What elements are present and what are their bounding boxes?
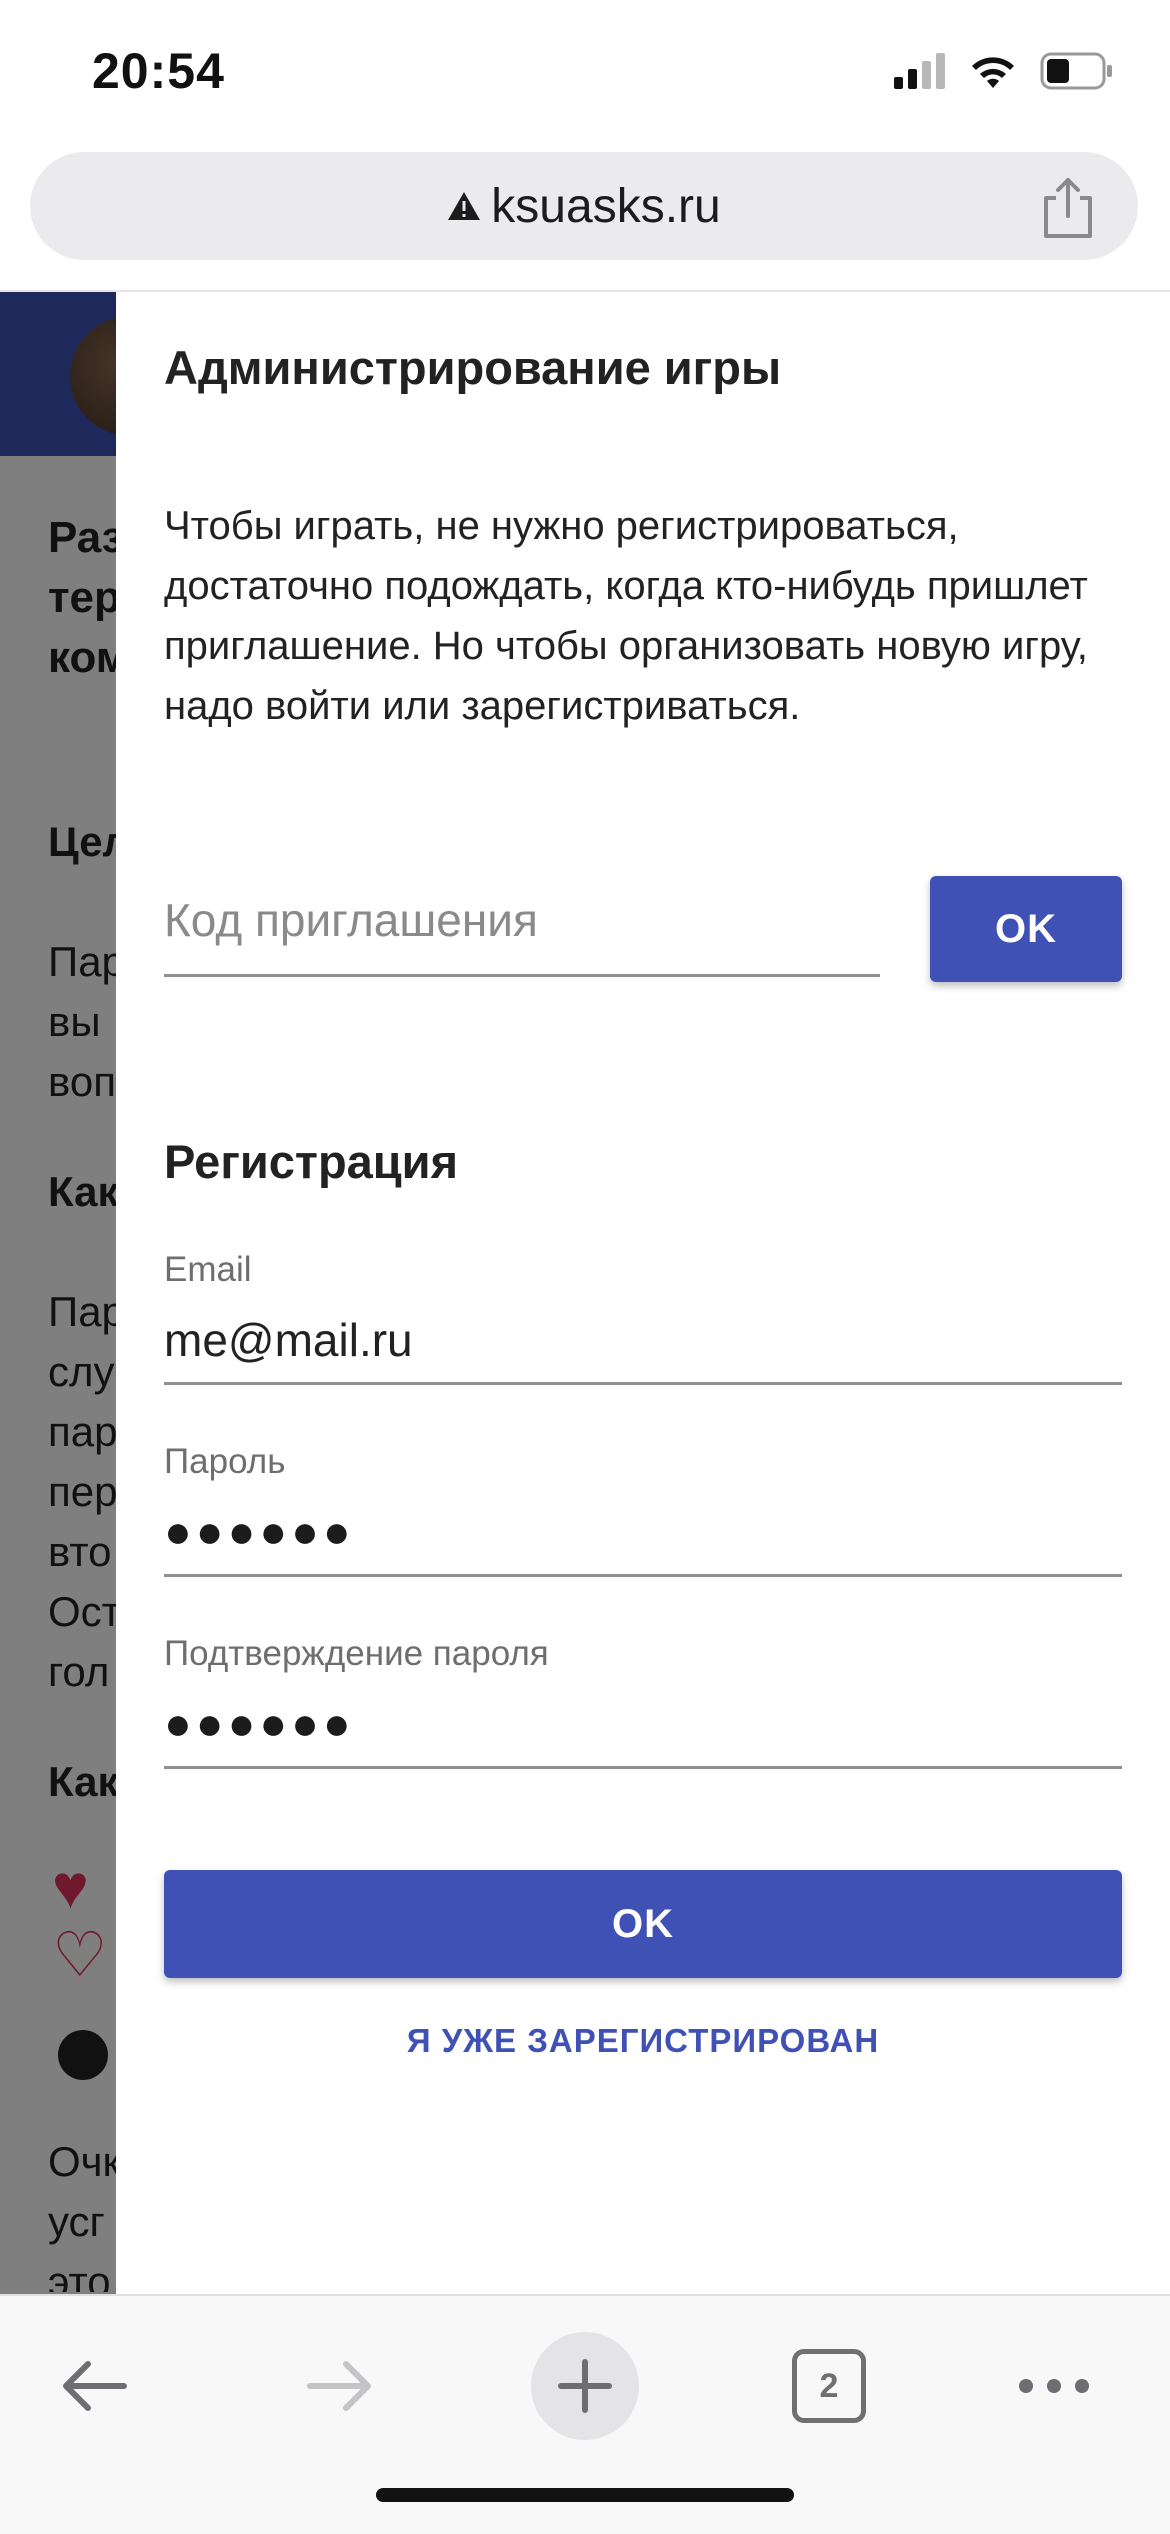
new-tab-button[interactable] xyxy=(531,2332,639,2440)
status-time: 20:54 xyxy=(92,43,225,99)
drawer-title: Администрирование игры xyxy=(164,341,782,394)
already-registered-link[interactable]: Я УЖЕ ЗАРЕГИСТРИРОВАН xyxy=(164,2022,1122,2060)
drawer-description: Чтобы играть, не нужно регистрироваться,… xyxy=(164,504,1088,728)
password-mask: ●●●●●● xyxy=(164,1505,355,1557)
arrow-right-icon xyxy=(307,2361,371,2411)
status-bar: 20:54 xyxy=(0,0,1170,140)
registration-title: Регистрация xyxy=(164,1135,459,1188)
new-tab-circle xyxy=(531,2332,639,2440)
forward-button[interactable] xyxy=(286,2332,394,2440)
confirm-password-mask: ●●●●●● xyxy=(164,1697,355,1749)
status-icons xyxy=(894,52,1114,90)
register-submit-button[interactable]: OK xyxy=(164,1870,1122,1978)
wifi-icon xyxy=(972,57,1014,88)
share-icon xyxy=(1044,178,1092,238)
url-text: ksuasks.ru xyxy=(491,179,721,233)
battery-icon xyxy=(1040,52,1112,90)
address-bar[interactable]: ksuasks.ru xyxy=(30,152,1138,260)
password-field[interactable]: ●●●●●● xyxy=(164,1494,1122,1577)
invite-code-input[interactable] xyxy=(164,872,880,968)
tab-count: 2 xyxy=(792,2349,866,2423)
email-label: Email xyxy=(164,1250,252,1289)
arrow-left-icon xyxy=(63,2361,127,2411)
url-display: ksuasks.ru xyxy=(30,152,1138,260)
email-input[interactable] xyxy=(164,1302,1122,1378)
tabs-button[interactable]: 2 xyxy=(775,2332,883,2440)
back-button[interactable] xyxy=(40,2332,148,2440)
more-button[interactable] xyxy=(1000,2332,1108,2440)
email-field[interactable] xyxy=(164,1302,1122,1385)
more-dots-icon xyxy=(1019,2379,1089,2393)
warning-icon xyxy=(448,192,481,220)
plus-icon xyxy=(558,2359,612,2413)
confirm-password-label: Подтверждение пароля xyxy=(164,1634,549,1673)
invite-code-field[interactable] xyxy=(164,872,880,977)
admin-drawer: Администрирование игры Чтобы играть, не … xyxy=(116,292,1170,2294)
confirm-password-field[interactable]: ●●●●●● xyxy=(164,1686,1122,1769)
password-label: Пароль xyxy=(164,1442,286,1481)
share-button[interactable] xyxy=(1038,176,1098,240)
home-indicator[interactable] xyxy=(376,2488,794,2502)
invite-ok-button[interactable]: OK xyxy=(930,876,1122,982)
cellular-signal-icon xyxy=(894,53,945,89)
